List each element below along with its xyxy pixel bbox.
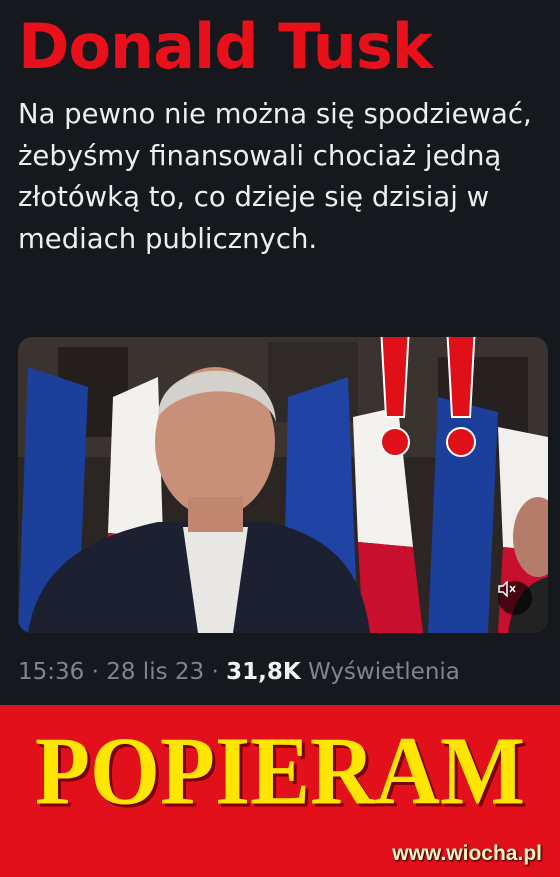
site-watermark: www.wiocha.pl bbox=[392, 842, 542, 865]
meta-separator: · bbox=[204, 659, 227, 685]
tweet-date: 28 lis 23 bbox=[106, 659, 205, 685]
tweet-time: 15:36 bbox=[18, 659, 85, 685]
slogan-banner: POPIERAM www.wiocha.pl bbox=[0, 705, 560, 877]
views-label[interactable]: Wyświetlenia bbox=[308, 659, 460, 685]
video-frame bbox=[18, 337, 548, 633]
speaker-muted-icon[interactable] bbox=[498, 581, 532, 615]
author-name: Donald Tusk bbox=[18, 10, 433, 83]
video-player[interactable] bbox=[18, 337, 548, 633]
views-count[interactable]: 31,8K bbox=[226, 659, 301, 685]
tweet-meta: 15:36 · 28 lis 23 · 31,8K Wyświetlenia bbox=[18, 655, 460, 689]
meta-separator: · bbox=[84, 659, 107, 685]
tweet-text: Na pewno nie można się spodziewać, żebyś… bbox=[18, 98, 532, 255]
tweet-card: Donald Tusk Na pewno nie można się spodz… bbox=[0, 0, 560, 705]
slogan-text: POPIERAM bbox=[35, 718, 525, 825]
